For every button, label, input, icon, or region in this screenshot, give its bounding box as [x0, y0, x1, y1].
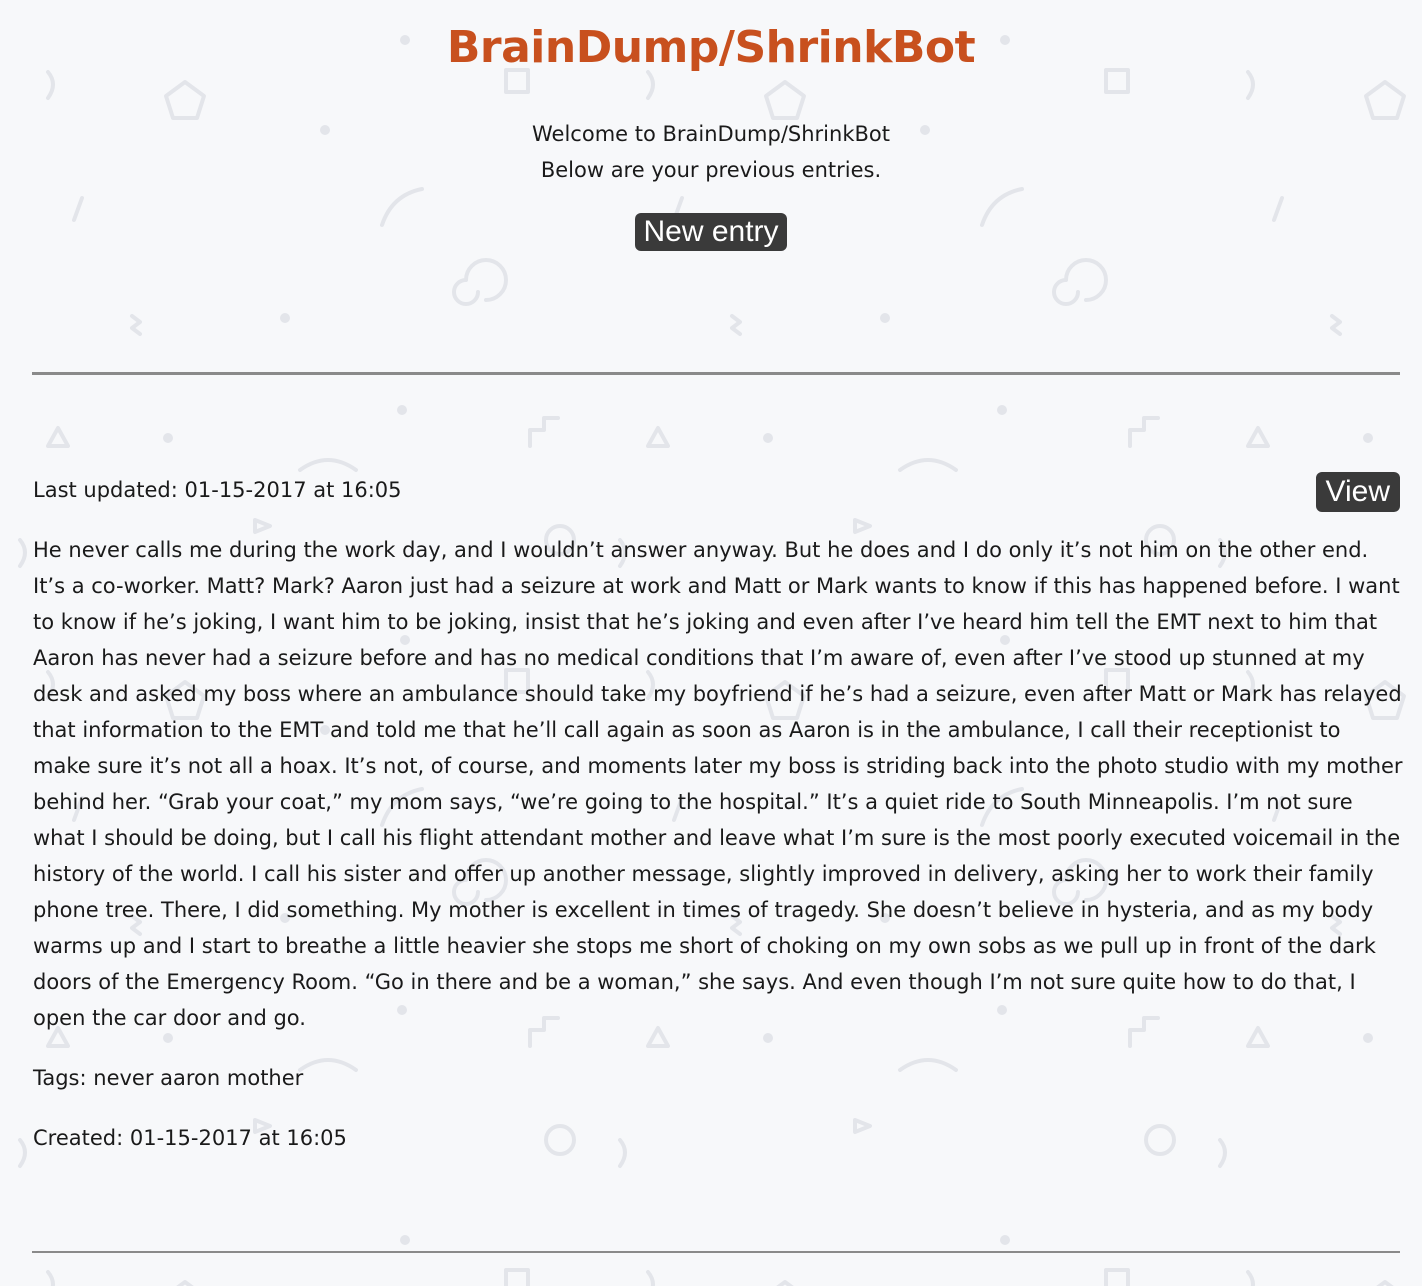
entry-created: Created: 01-15-2017 at 16:05 — [33, 1122, 347, 1154]
last-updated-value: 01-15-2017 at 16:05 — [184, 478, 402, 502]
entry-divider — [32, 1251, 1400, 1253]
last-updated-label: Last updated: — [33, 478, 178, 502]
welcome-message: Welcome to BrainDump/ShrinkBot Below are… — [0, 116, 1422, 188]
tags-value: never aaron mother — [93, 1066, 304, 1090]
entry-last-updated: Last updated: 01-15-2017 at 16:05 — [33, 474, 402, 506]
new-entry-container: New entry — [0, 213, 1422, 251]
entry-tags: Tags: never aaron mother — [33, 1062, 303, 1094]
tags-label: Tags: — [33, 1066, 87, 1090]
welcome-subtitle: Below are your previous entries. — [540, 158, 882, 182]
new-entry-button[interactable]: New entry — [635, 213, 787, 251]
created-value: 01-15-2017 at 16:05 — [129, 1126, 347, 1150]
entry-body-text: He never calls me during the work day, a… — [33, 538, 1403, 1030]
view-entry-button[interactable]: View — [1315, 472, 1400, 512]
site-title[interactable]: BrainDump/ShrinkBot — [0, 18, 1422, 78]
welcome-line: Welcome to BrainDump/ShrinkBot — [532, 122, 890, 146]
header-divider — [32, 372, 1400, 375]
created-label: Created: — [33, 1126, 124, 1150]
